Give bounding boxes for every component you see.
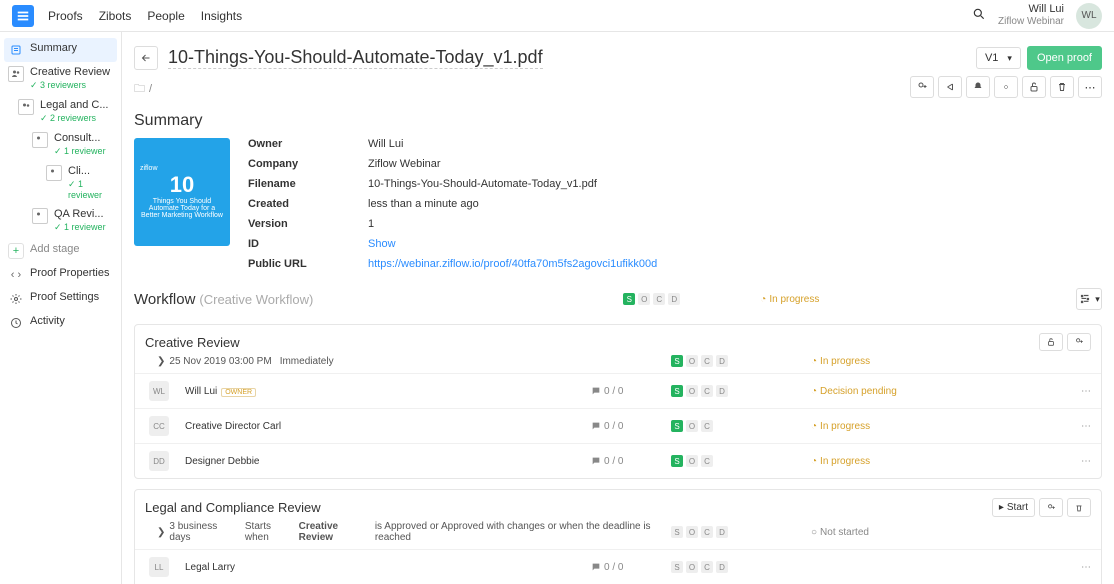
stage-start-button[interactable]: ▸Start [992, 498, 1035, 517]
sidebar-activity[interactable]: Activity [4, 311, 117, 335]
history-icon [8, 315, 24, 331]
sidebar-stage-qa[interactable]: QA Revi...1 reviewer [4, 204, 117, 237]
summary-heading: Summary [134, 112, 1102, 130]
breadcrumb[interactable]: 🗀/ [134, 80, 152, 105]
gear-icon [8, 291, 24, 307]
reviewer-more-button[interactable]: ⋯ [1051, 562, 1091, 573]
expand-icon[interactable]: ❯ [157, 356, 165, 367]
page-title[interactable]: 10-Things-You-Should-Automate-Today_v1.p… [168, 47, 543, 69]
nav-proofs[interactable]: Proofs [48, 9, 83, 23]
sidebar-proof-properties[interactable]: ‹ › Proof Properties [4, 263, 117, 287]
sidebar-summary[interactable]: Summary [4, 38, 117, 62]
workflow-status: In progress [760, 294, 819, 305]
expand-icon: ‹ › [8, 267, 24, 283]
sidebar-add-stage[interactable]: + Add stage [4, 239, 117, 263]
reviewer-row: WL Will LuiOWNER 0 / 0 SOCD Decision pen… [135, 373, 1101, 408]
stage-lock-button[interactable] [1039, 333, 1063, 351]
version-select[interactable]: V1 [976, 47, 1021, 69]
app-logo[interactable] [12, 5, 34, 27]
stage-delete-button[interactable] [1067, 498, 1091, 517]
delete-button[interactable] [1050, 76, 1074, 98]
sidebar-stage-legal[interactable]: Legal and C...2 reviewers [4, 95, 117, 128]
org-name: Ziflow Webinar [998, 16, 1064, 28]
reviewer-more-button[interactable]: ⋯ [1051, 456, 1091, 467]
people-icon [46, 165, 62, 181]
workflow-heading: Workflow [134, 291, 195, 308]
share-button[interactable] [938, 76, 962, 98]
nav-people[interactable]: People [147, 9, 184, 23]
summary-icon [8, 42, 24, 58]
more-button[interactable]: ⋯ [1078, 76, 1102, 98]
folder-icon: 🗀 [134, 80, 145, 99]
workflow-badges: SOCD [623, 293, 680, 305]
unlock-button[interactable] [1022, 76, 1046, 98]
chevron-down-icon [1004, 52, 1012, 64]
nav-zibots[interactable]: Zibots [99, 9, 132, 23]
sidebar-stage-creative[interactable]: Creative Review 3 reviewers [4, 62, 117, 95]
stage-creative-review: Creative Review ❯ 25 Nov 2019 03:00 PM I… [134, 324, 1102, 479]
reviewer-row: CC Creative Director Carl 0 / 0 SOC In p… [135, 408, 1101, 443]
notifications-button[interactable] [966, 76, 990, 98]
reviewer-row: DD Designer Debbie 0 / 0 SOC In progress… [135, 443, 1101, 478]
nav-insights[interactable]: Insights [201, 9, 242, 23]
sidebar-proof-settings[interactable]: Proof Settings [4, 287, 117, 311]
stage-title: Legal and Compliance Review [145, 500, 321, 515]
reviewer-more-button[interactable]: ⋯ [1051, 421, 1091, 432]
show-id-link[interactable]: Show [368, 238, 396, 250]
workflow-name: (Creative Workflow) [199, 292, 313, 307]
public-url-link[interactable]: https://webinar.ziflow.io/proof/40tfa70m… [368, 258, 657, 270]
people-icon [32, 132, 48, 148]
stage-add-person-button[interactable] [1039, 498, 1063, 517]
add-person-button[interactable] [910, 76, 934, 98]
sidebar-stage-consult[interactable]: Consult...1 reviewer [4, 128, 117, 161]
workflow-settings-button[interactable] [1076, 288, 1102, 310]
reviewer-row: LL Legal Larry 0 / 0 SOCD ⋯ [135, 549, 1101, 584]
stage-add-person-button[interactable] [1067, 333, 1091, 351]
proof-thumbnail[interactable]: ziflow 10 Things You Should Automate Tod… [134, 138, 230, 246]
sidebar-stage-client[interactable]: Cli...1 reviewer [4, 161, 117, 204]
summary-table: OwnerWill Lui CompanyZiflow Webinar File… [248, 138, 657, 270]
open-proof-button[interactable]: Open proof [1027, 46, 1102, 70]
people-icon [32, 208, 48, 224]
expand-icon[interactable]: ❯ [157, 527, 165, 538]
user-menu[interactable]: Will Lui Ziflow Webinar [998, 3, 1064, 28]
user-name: Will Lui [998, 3, 1064, 16]
reviewer-more-button[interactable]: ⋯ [1051, 386, 1091, 397]
back-button[interactable] [134, 46, 158, 70]
stage-legal-review: Legal and Compliance Review ▸Start ❯ 3 b… [134, 489, 1102, 584]
people-icon [8, 66, 24, 82]
stage-title: Creative Review [145, 335, 240, 350]
avatar[interactable]: WL [1076, 3, 1102, 29]
plus-icon: + [8, 243, 24, 259]
search-icon[interactable] [972, 7, 986, 24]
settings-button[interactable] [994, 76, 1018, 98]
people-icon [18, 99, 34, 115]
